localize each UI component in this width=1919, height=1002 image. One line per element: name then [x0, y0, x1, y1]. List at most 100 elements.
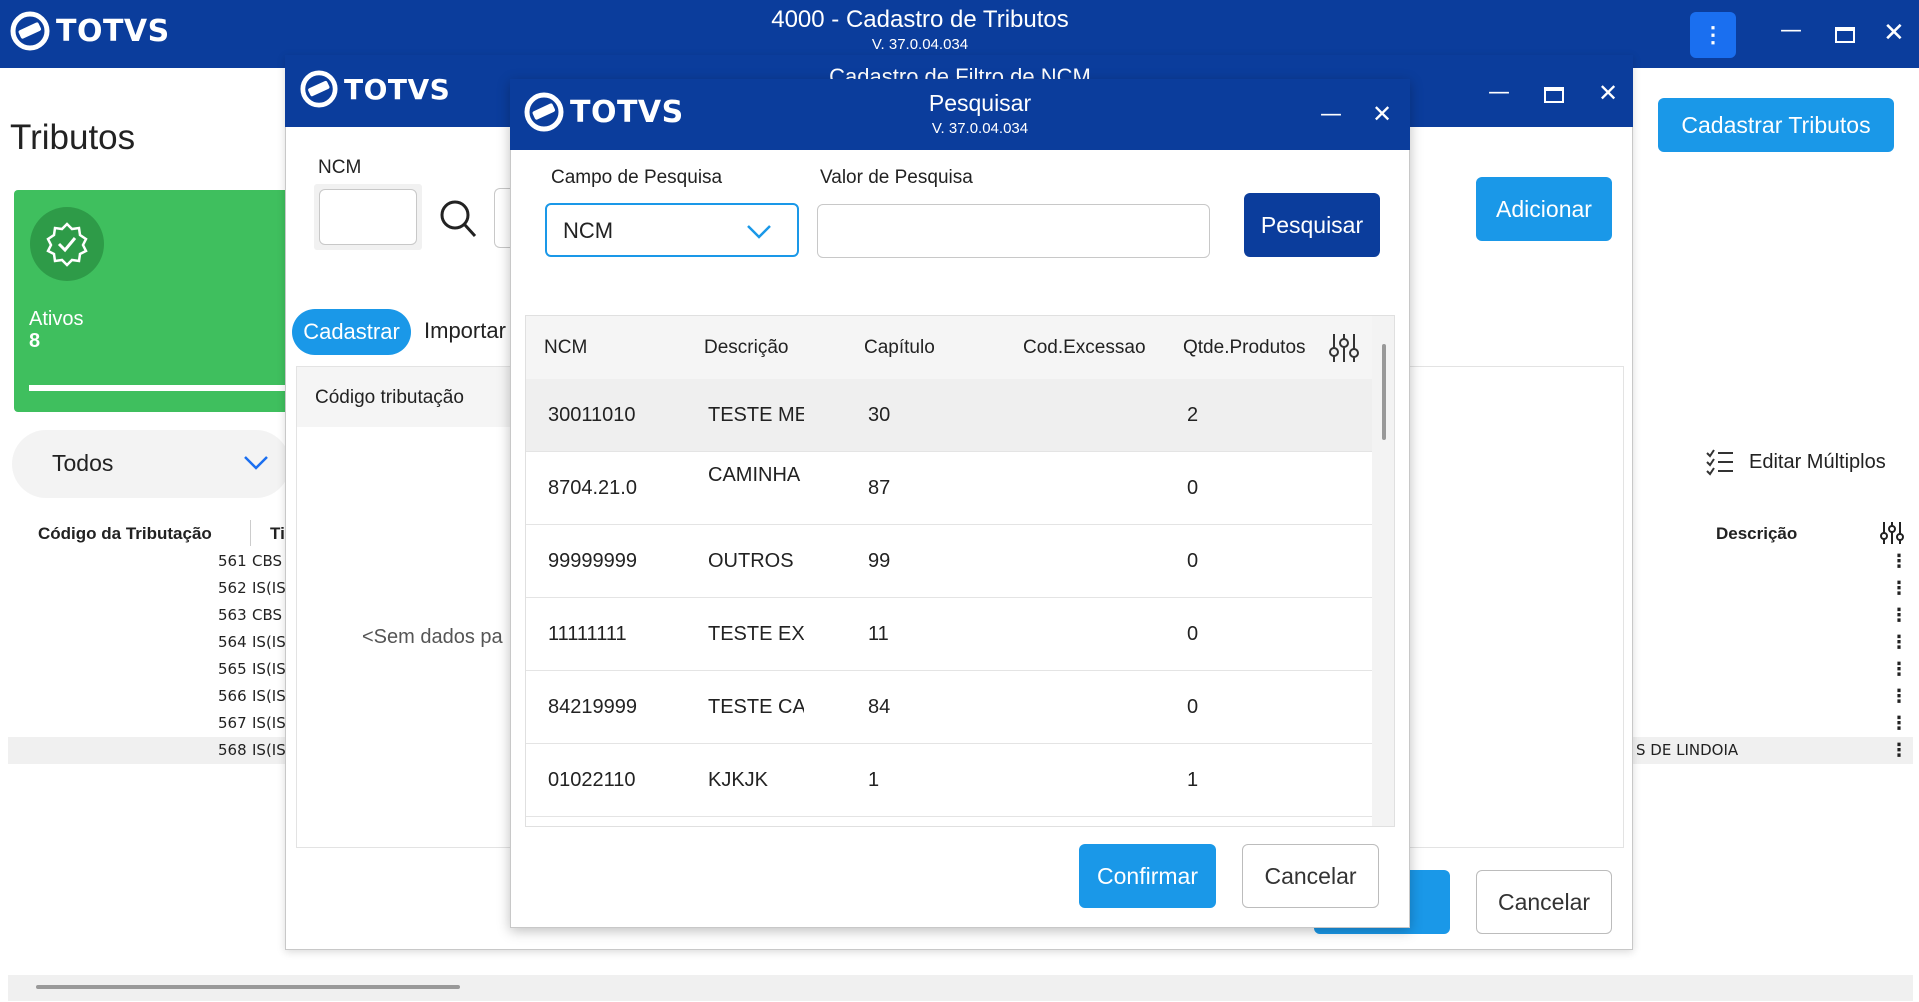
search-field-select[interactable]: NCM [545, 203, 799, 257]
cell-ncm: 84219999 [548, 696, 637, 718]
col-capitulo: Capítulo [864, 337, 935, 358]
cell-cap: 99 [868, 550, 891, 572]
search-grid: NCM Descrição Capítulo Cod.Excessao Qtde… [525, 315, 1395, 827]
search-value-input[interactable] [817, 204, 1210, 258]
main-hscrollbar[interactable] [8, 975, 1913, 1001]
ncm-cancel-button[interactable]: Cancelar [1476, 870, 1612, 934]
main-close-icon[interactable]: ✕ [1883, 20, 1905, 46]
search-grid-header: NCM Descrição Capítulo Cod.Excessao Qtde… [526, 316, 1394, 379]
cell-qty: 1 [1187, 769, 1199, 791]
row-menu-icon[interactable]: ⋮ [1890, 575, 1908, 602]
totvs-logo-icon [300, 70, 338, 108]
col-qtde-produtos: Qtde.Produtos [1183, 337, 1306, 358]
cell-ncm: 8704.21.0 [548, 477, 637, 499]
grid-col-desc: Descrição [1716, 524, 1798, 543]
edit-multiple-button[interactable]: Editar Múltiplos [1705, 448, 1886, 476]
ncm-maximize-icon[interactable] [1544, 87, 1564, 103]
row-type: IS(IS [252, 741, 286, 759]
grid-col-type: Ti [270, 524, 285, 543]
checklist-icon [1706, 449, 1733, 476]
row-menu-icon[interactable]: ⋮ [1890, 683, 1908, 710]
main-hscrollbar-thumb[interactable] [36, 985, 460, 989]
row-menu-icon[interactable]: ⋮ [1890, 602, 1908, 629]
row-desc: S DE LINDOIA [1636, 741, 1739, 759]
search-button[interactable]: Pesquisar [1244, 193, 1380, 257]
cancel-button[interactable]: Cancelar [1242, 844, 1379, 908]
ncm-minimize-icon[interactable]: — [1488, 82, 1510, 104]
main-minimize-icon[interactable]: — [1780, 20, 1802, 42]
edit-multiple-label: Editar Múltiplos [1749, 450, 1886, 473]
cell-desc: TESTE CAI [708, 696, 804, 718]
ncm-close-icon[interactable]: ✕ [1598, 81, 1618, 105]
main-maximize-icon[interactable] [1835, 27, 1855, 43]
tab-cadastrar[interactable]: Cadastrar [292, 309, 411, 355]
main-title: 4000 - Cadastro de Tributos [771, 6, 1069, 33]
cell-qty: 0 [1187, 623, 1199, 645]
confirm-button[interactable]: Confirmar [1079, 844, 1216, 908]
row-code: 565 [218, 660, 247, 678]
ncm-field-wrap [314, 184, 422, 250]
card-progress-bar [29, 385, 291, 391]
table-row[interactable]: 01022110 KJKJK 1 1 [526, 744, 1376, 817]
col-descricao: Descrição [704, 337, 789, 358]
cell-cap: 87 [868, 477, 891, 499]
table-row[interactable]: 8704.21.0 CAMINHA 87 0 [526, 452, 1376, 525]
row-type: IS(IS [252, 579, 286, 597]
cell-cap: 1 [868, 769, 880, 791]
ncm-field-label: NCM [318, 157, 362, 178]
cell-cap: 30 [868, 404, 891, 426]
search-field-label: Campo de Pesquisa [551, 167, 723, 188]
row-menu-icon[interactable]: ⋮ [1890, 737, 1908, 764]
add-button[interactable]: Adicionar [1476, 177, 1612, 241]
card-value: 8 [29, 330, 41, 352]
filter-select[interactable]: Todos [12, 430, 290, 498]
row-menu-icon[interactable]: ⋮ [1890, 710, 1908, 737]
row-code: 566 [218, 687, 247, 705]
row-type: CBS [252, 552, 283, 570]
table-row[interactable]: 30011010 TESTE ME 30 2 [526, 379, 1376, 452]
col-ncm: NCM [544, 337, 588, 358]
row-menu-icon[interactable]: ⋮ [1890, 629, 1908, 656]
register-tributos-button[interactable]: Cadastrar Tributos [1658, 98, 1894, 152]
cell-desc: OUTROS [708, 550, 794, 572]
search-field-select-value: NCM [563, 218, 614, 243]
row-code: 567 [218, 714, 247, 732]
row-code: 562 [218, 579, 247, 597]
row-menu-icon[interactable]: ⋮ [1890, 656, 1908, 683]
table-row[interactable]: 11111111 TESTE EXC 11 0 [526, 598, 1376, 671]
ncm-app-name: TOTVS [344, 72, 451, 106]
search-icon[interactable] [438, 198, 478, 240]
row-code: 561 [218, 552, 247, 570]
ncm-input[interactable] [319, 189, 417, 245]
cell-desc: TESTE EXC [708, 623, 804, 645]
page-heading: Tributos [10, 118, 136, 157]
row-type: CBS [252, 606, 283, 624]
cell-desc: TESTE ME [708, 404, 804, 426]
ncm-grid-col-code: Código tributação [315, 387, 464, 408]
row-code: 568 [218, 741, 247, 759]
ncm-grid-empty: <Sem dados pa [362, 626, 503, 648]
row-code: 564 [218, 633, 247, 651]
column-settings-icon[interactable] [1329, 334, 1359, 362]
main-logo: TOTVS [10, 11, 170, 51]
main-menu-button[interactable]: ⋮ [1690, 12, 1736, 58]
search-minimize-icon[interactable]: — [1320, 104, 1342, 126]
row-menu-icon[interactable]: ⋮ [1890, 548, 1908, 575]
table-row[interactable]: 99999999 OUTROS 99 0 [526, 525, 1376, 598]
active-card[interactable]: Ativos 8 [14, 190, 294, 412]
search-close-icon[interactable]: ✕ [1372, 102, 1392, 126]
totvs-logo-icon [524, 92, 564, 132]
grid-settings-icon[interactable] [1880, 522, 1904, 549]
ncm-title: Cadastro de Filtro de NCM [829, 64, 1091, 80]
row-type: IS(IS [252, 633, 286, 651]
row-code: 563 [218, 606, 247, 624]
cell-qty: 0 [1187, 550, 1199, 572]
tab-importar[interactable]: Importar [424, 318, 506, 344]
table-row[interactable]: 84219999 TESTE CAI 84 0 [526, 671, 1376, 744]
cell-qty: 2 [1187, 404, 1199, 426]
search-grid-vscrollbar-thumb[interactable] [1382, 344, 1386, 440]
tab-importar-label: Importar [424, 318, 506, 343]
verified-badge-icon [30, 207, 104, 281]
cell-cap: 84 [868, 696, 891, 718]
search-grid-vscrollbar[interactable] [1372, 316, 1394, 826]
